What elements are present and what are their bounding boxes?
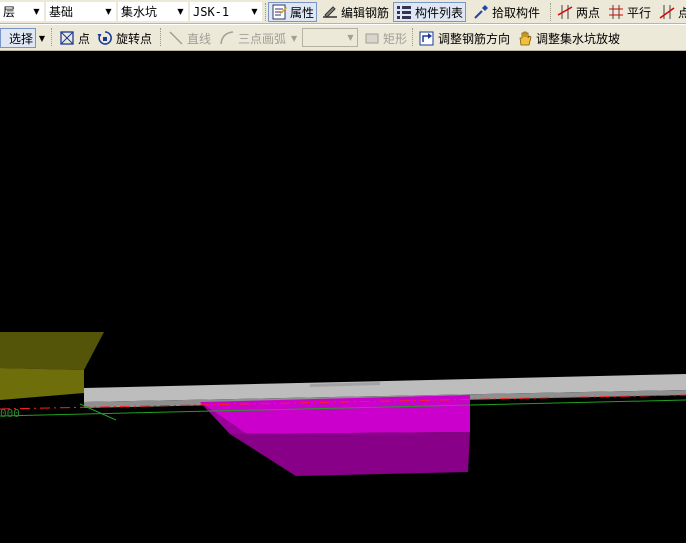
- chevron-down-icon: ▼: [33, 7, 40, 16]
- floor-select[interactable]: 层 ▼: [0, 2, 44, 21]
- member-list-label: 构件列表: [415, 5, 464, 20]
- list-icon: [396, 4, 412, 20]
- point-icon: [59, 30, 75, 46]
- select-label: 选择: [9, 31, 34, 46]
- adjust-rebar-direction-label: 调整钢筋方向: [438, 31, 511, 46]
- shape-select[interactable]: ▼: [302, 28, 358, 47]
- toolbar-separator: [160, 28, 161, 46]
- chevron-down-icon: ▼: [105, 7, 112, 16]
- parallel-button[interactable]: 平行: [606, 2, 653, 22]
- member-select-value: JSK-1: [193, 4, 230, 19]
- 3d-scene[interactable]: [0, 52, 686, 543]
- chevron-down-icon: ▼: [347, 33, 354, 42]
- arc-label: 三点画弧: [238, 31, 287, 46]
- point-button[interactable]: 点: [57, 28, 92, 48]
- arc-icon: [219, 30, 235, 46]
- pick-member-button[interactable]: 拾取构件: [471, 2, 542, 22]
- member-list-button[interactable]: 构件列表: [393, 2, 467, 22]
- line-label: 直线: [187, 31, 212, 46]
- edit-rebar-label: 编辑钢筋: [341, 5, 390, 20]
- point-angle-button[interactable]: 点: [657, 2, 686, 22]
- point-angle-label: 点: [678, 4, 686, 21]
- point-label: 点: [78, 31, 91, 46]
- rotate-point-button[interactable]: 旋转点: [95, 28, 154, 48]
- drawing-viewport[interactable]: 000: [0, 52, 686, 543]
- properties-icon: [271, 4, 287, 20]
- adjust-direction-icon: [419, 30, 435, 46]
- line-icon: [168, 30, 184, 46]
- parallel-axis-icon: [608, 4, 624, 20]
- edit-rebar-icon: [322, 4, 338, 20]
- chevron-down-icon: ▼: [177, 7, 184, 16]
- arc-button[interactable]: 三点画弧 ▼: [217, 28, 299, 48]
- line-button[interactable]: 直线: [166, 28, 213, 48]
- properties-button[interactable]: 属性: [268, 2, 318, 22]
- member-select[interactable]: JSK-1 ▼: [190, 2, 262, 21]
- chevron-down-icon: ▼: [38, 33, 46, 43]
- axis-label: 000: [0, 407, 20, 420]
- point-angle-icon: [659, 4, 675, 20]
- two-points-label: 两点: [576, 5, 601, 20]
- toolbar-separator: [265, 3, 266, 21]
- chevron-down-icon: ▼: [251, 7, 258, 16]
- category-select[interactable]: 基础 ▼: [46, 2, 116, 21]
- floor-select-value: 层: [3, 5, 16, 19]
- rect-button[interactable]: 矩形: [362, 28, 409, 48]
- adjust-pit-slope-button[interactable]: 调整集水坑放坡: [515, 28, 622, 48]
- rotate-icon: [97, 30, 113, 46]
- hand-icon: [517, 30, 533, 46]
- adjust-rebar-direction-button[interactable]: 调整钢筋方向: [417, 28, 512, 48]
- footing-front-face: [0, 368, 84, 400]
- rect-icon: [364, 30, 380, 46]
- type-select[interactable]: 集水坑 ▼: [118, 2, 188, 21]
- two-points-button[interactable]: 两点: [555, 2, 602, 22]
- toolbar-separator: [412, 28, 413, 46]
- select-button[interactable]: 选择: [0, 28, 36, 48]
- properties-label: 属性: [290, 5, 315, 20]
- category-select-value: 基础: [49, 5, 74, 19]
- eyedropper-icon: [473, 4, 489, 20]
- rotate-point-label: 旋转点: [116, 31, 153, 46]
- toolbar-separator: [550, 3, 551, 21]
- main-toolbar: 层 ▼ 基础 ▼ 集水坑 ▼ JSK-1 ▼ 属性 编辑钢筋 构件列表 拾取构件…: [0, 0, 686, 24]
- parallel-label: 平行: [627, 5, 652, 20]
- two-points-axis-icon: [557, 4, 573, 20]
- pick-member-label: 拾取构件: [492, 5, 541, 20]
- rect-label: 矩形: [383, 31, 408, 46]
- footing-top-face: [0, 332, 104, 370]
- type-select-value: 集水坑: [121, 5, 158, 19]
- adjust-pit-slope-label: 调整集水坑放坡: [536, 31, 621, 46]
- edit-rebar-button[interactable]: 编辑钢筋: [320, 2, 391, 22]
- chevron-down-icon: ▼: [291, 33, 298, 43]
- draw-toolbar: 选择 ▼ 点 旋转点 直线 三点画弧 ▼ ▼ 矩形 调整钢筋方向 调整集水坑放坡: [0, 24, 686, 51]
- select-dropdown-button[interactable]: ▼: [36, 28, 48, 48]
- toolbar-separator: [51, 28, 52, 46]
